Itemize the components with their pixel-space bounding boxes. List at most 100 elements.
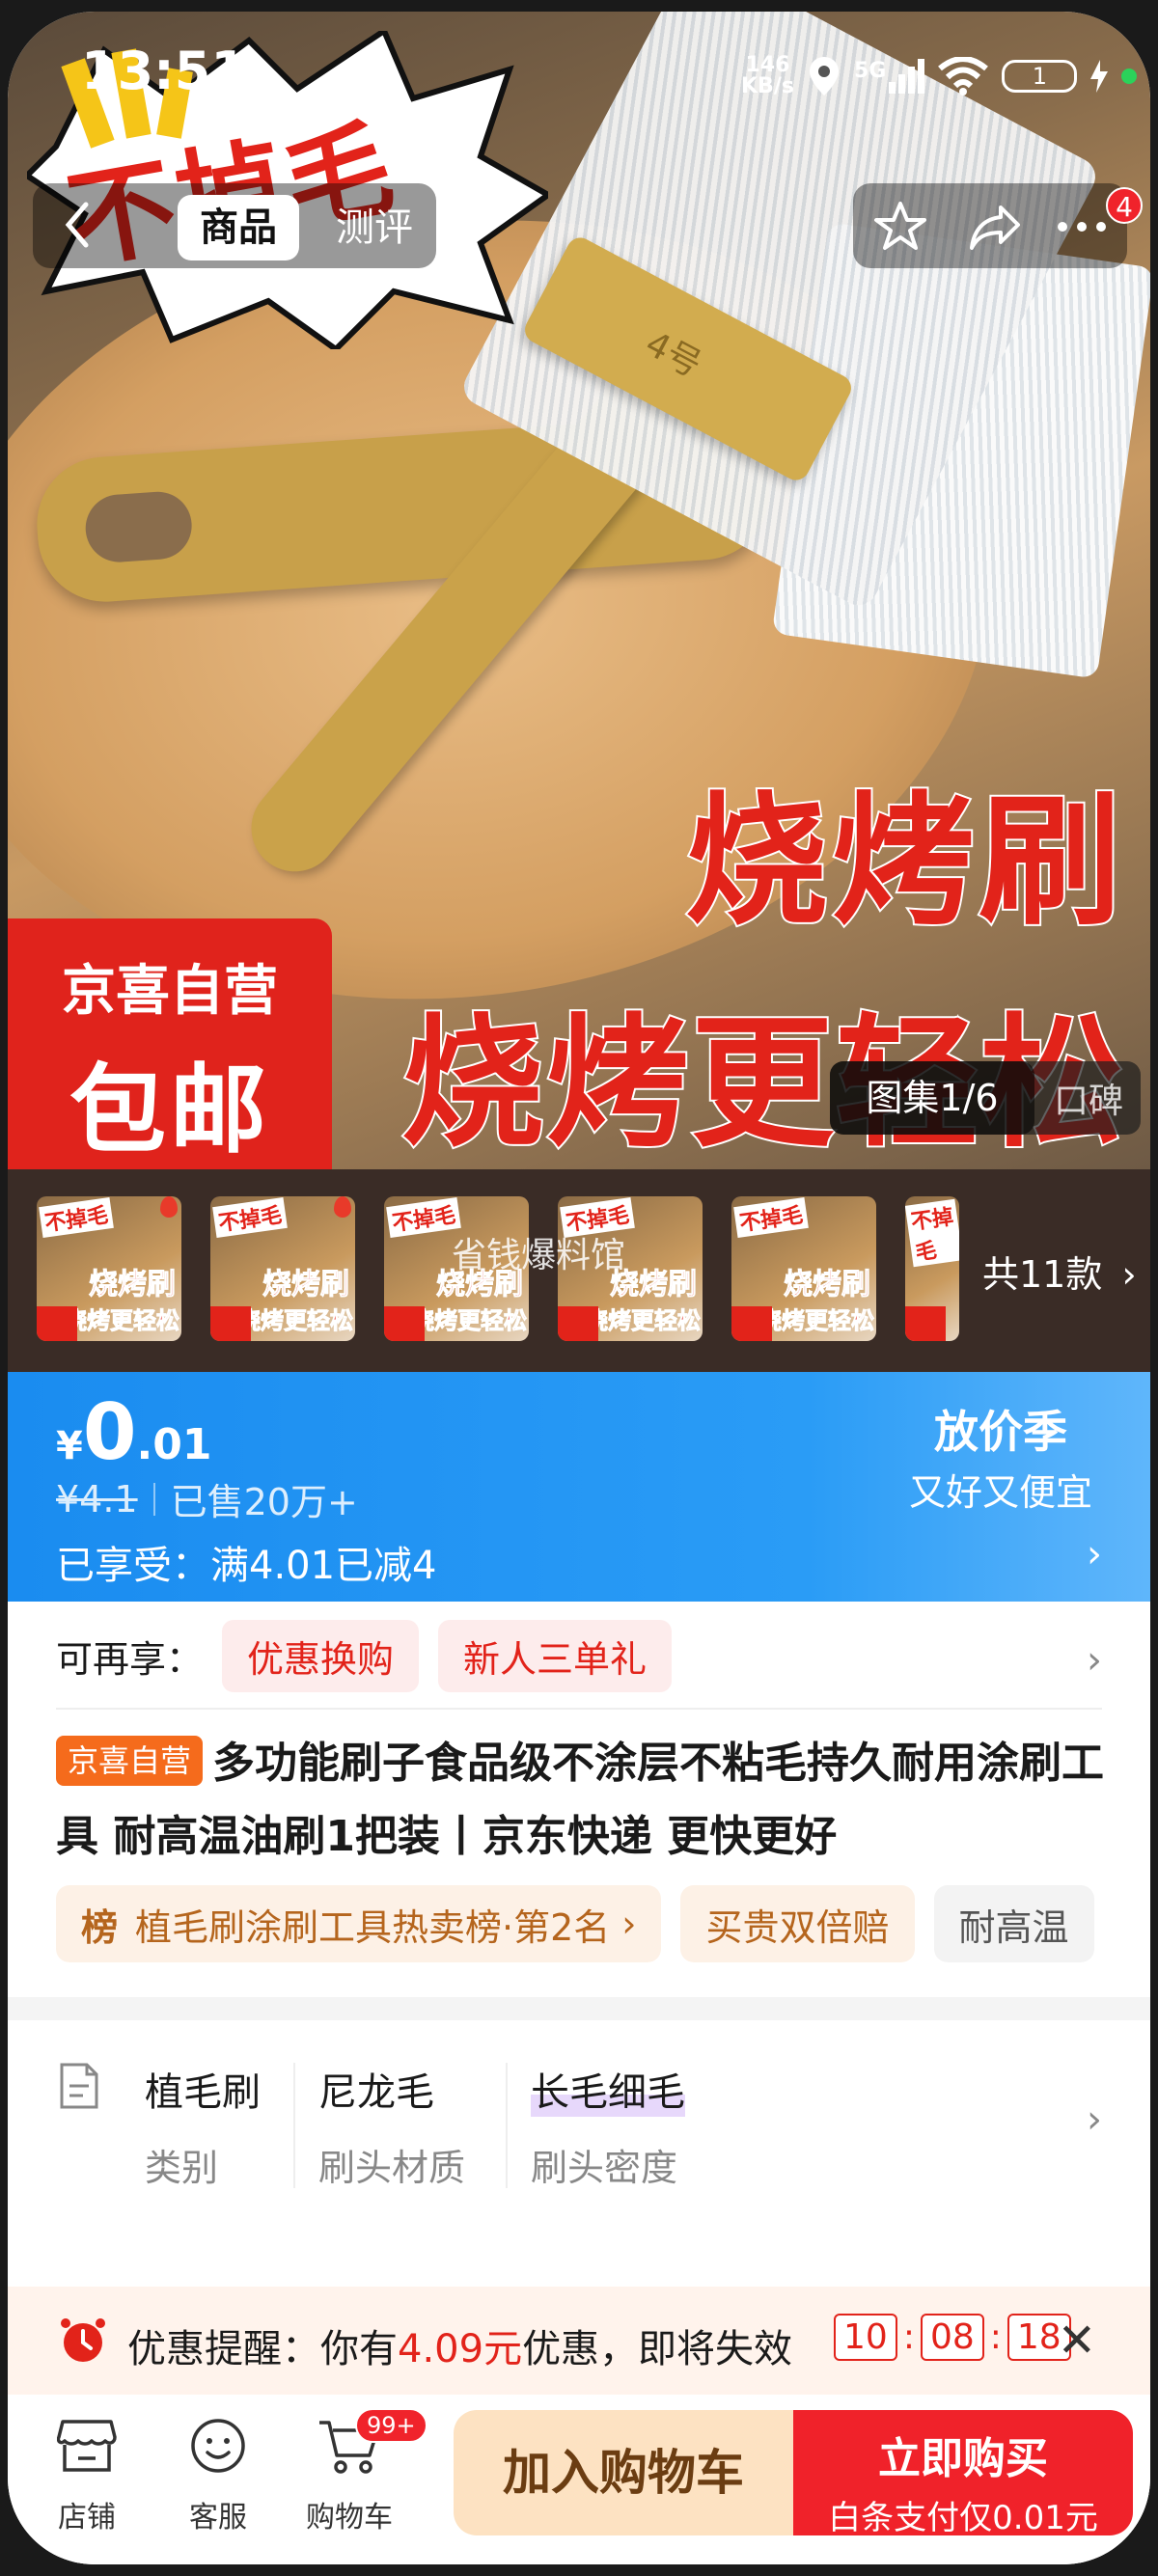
spec-value: 长毛细毛 (531, 2061, 685, 2117)
service-label: 客服 (189, 2501, 247, 2535)
sku-thumb-subtitle: 烧烤更轻松 (237, 1307, 354, 1335)
sku-thumb-tag: 不掉毛 (212, 1197, 288, 1238)
sku-thumb[interactable]: 不掉毛 烧烤刷 烧烤更轻松 (210, 1196, 355, 1341)
gallery-indicator[interactable]: 图集1/6 口碑 (830, 1061, 1141, 1135)
hot-icon (160, 1196, 178, 1218)
net-speed-unit: KB/s (741, 74, 794, 98)
chevron-right-icon[interactable]: › (1087, 2097, 1102, 2142)
chevron-right-icon: › (621, 1903, 637, 1945)
reminder-amount: 4.09元 (398, 2327, 523, 2371)
sku-thumb[interactable]: 不掉毛 (905, 1196, 959, 1341)
shop-button[interactable]: 店铺 (29, 2412, 145, 2535)
rank-chips: 榜 植毛刷涂刷工具热卖榜·第2名 › 买贵双倍赔 耐高温 (56, 1885, 1094, 1962)
share-icon (970, 206, 1020, 250)
chevron-right-icon[interactable]: › (1087, 1638, 1102, 1683)
star-icon (874, 202, 926, 250)
service-button[interactable]: 客服 (160, 2412, 276, 2535)
battery-icon: 1 (1002, 60, 1078, 93)
close-icon[interactable]: ✕ (1058, 2314, 1096, 2368)
guarantee-chip[interactable]: 买贵双倍赔 (680, 1885, 915, 1962)
sku-count-label: 共11款 (982, 1253, 1103, 1296)
reviews-tab[interactable]: 口碑 (1054, 1073, 1123, 1123)
tab-review[interactable]: 测评 (326, 195, 423, 260)
tab-product[interactable]: 商品 (178, 195, 299, 260)
rank-chip[interactable]: 榜 植毛刷涂刷工具热卖榜·第2名 › (56, 1885, 662, 1962)
promo-line-1: 京喜自营 (62, 960, 278, 1023)
brush-mark: 4号 (639, 323, 708, 386)
sku-thumb-badge (905, 1306, 946, 1341)
divider (293, 2063, 295, 2188)
promo-applied: 已享受：满4.01已减4 (56, 1544, 437, 1588)
customer-service-icon (191, 2419, 245, 2473)
network-type: 5G (853, 59, 887, 83)
section-separator (8, 1997, 1150, 2020)
spec-key: 类别 (145, 2147, 219, 2189)
sku-overlay-text: 省钱爆料馆 (452, 1236, 626, 1275)
favorite-button[interactable] (867, 195, 934, 259)
hot-icon (334, 1196, 351, 1218)
more-dots-icon (1058, 222, 1106, 232)
wifi-icon (938, 57, 989, 96)
chevron-right-icon[interactable]: › (1087, 1532, 1102, 1576)
buy-now-sub: 白条支付仅0.01元 (828, 2499, 1098, 2537)
sku-count-button[interactable]: 共11款 › (982, 1245, 1137, 1298)
signal-icon: 5G (853, 59, 925, 94)
sku-thumb-badge (210, 1306, 251, 1341)
offer-tag[interactable]: 优惠换购 (222, 1619, 420, 1692)
coupon-reminder[interactable]: 优惠提醒：你有4.09元优惠，即将失效 10 : 08 : 18 ✕ (8, 2287, 1150, 2395)
season-badge: 放价季 又好又便宜 (909, 1397, 1092, 1516)
shop-label: 店铺 (58, 2501, 116, 2535)
sku-thumb[interactable]: 不掉毛 烧烤刷 烧烤更轻松 (731, 1196, 876, 1341)
timer-colon: : (902, 2317, 915, 2357)
sku-thumb-title: 烧烤刷 (784, 1268, 871, 1302)
cart-label: 购物车 (306, 2501, 393, 2535)
sku-thumb-subtitle: 烧烤更轻松 (411, 1307, 528, 1335)
location-icon (809, 57, 839, 96)
timer-colon: : (989, 2317, 1002, 2357)
sku-thumb-tag: 不掉毛 (386, 1197, 461, 1238)
phone-screen: 4号 不掉毛 烧烤刷 烧烤更轻松 京喜自营 包邮 图集1/6 口碑 13:51 … (8, 12, 1150, 2564)
product-title: 京喜自营 多功能刷子食品级不涂层不粘毛持久耐用涂刷工具 耐高温油刷1把装丨京东快递… (56, 1727, 1108, 1874)
sku-thumb[interactable]: 不掉毛 烧烤刷 烧烤更轻松 (37, 1196, 181, 1341)
chevron-right-icon: › (1121, 1253, 1137, 1296)
reminder-text: 优惠提醒：你有4.09元优惠，即将失效 (127, 2317, 792, 2373)
document-icon (60, 2063, 98, 2109)
buy-now-label: 立即购买 (878, 2434, 1048, 2483)
buy-now-button[interactable]: 立即购买 白条支付仅0.01元 (793, 2410, 1133, 2537)
divider (506, 2063, 508, 2188)
back-button[interactable] (46, 195, 108, 257)
price-decimal: .01 (136, 1420, 212, 1469)
spec-value: 植毛刷 (145, 2070, 261, 2115)
reminder-suffix: 优惠，即将失效 (522, 2327, 793, 2371)
sku-strip: 不掉毛 烧烤刷 烧烤更轻松 不掉毛 烧烤刷 烧烤更轻松 不掉毛 烧烤刷 烧烤更轻松 不掉毛烧… (8, 1169, 1150, 1372)
spec-material: 尼龙毛 刷头材质 (318, 2061, 465, 2191)
sku-thumb-badge (558, 1306, 598, 1341)
spec-key: 刷头材质 (318, 2147, 466, 2189)
product-title-text: 多功能刷子食品级不涂层不粘毛持久耐用涂刷工具 耐高温油刷1把装丨京东快递 更快更… (56, 1739, 1105, 1861)
notification-badge: 4 (1106, 187, 1143, 224)
extra-offers[interactable]: 可再享： 优惠换购 新人三单礼 (56, 1615, 673, 1696)
spec-density: 长毛细毛 刷头密度 (531, 2061, 685, 2191)
feature-chip[interactable]: 耐高温 (933, 1885, 1094, 1962)
sku-thumb-subtitle: 烧烤更轻松 (758, 1307, 875, 1335)
share-button[interactable] (961, 195, 1029, 259)
add-to-cart-button[interactable]: 加入购物车 (454, 2410, 793, 2535)
price-banner[interactable]: ¥ 0 .01 ¥4.1 已售20万+ 已享受：满4.01已减4 › 放价季 又… (8, 1372, 1150, 1602)
gallery-count[interactable]: 图集1/6 (830, 1061, 1034, 1135)
net-speed: 146 KB/s (741, 55, 794, 97)
reminder-prefix: 优惠提醒：你有 (127, 2327, 398, 2371)
store-icon (57, 2420, 117, 2472)
charging-icon (1090, 60, 1109, 93)
season-title: 放价季 (933, 1406, 1067, 1458)
spec-key: 刷头密度 (531, 2147, 678, 2189)
sku-thumb-title: 烧烤刷 (89, 1268, 177, 1302)
price-yen: ¥ (56, 1424, 83, 1468)
spec-category: 植毛刷 类别 (145, 2061, 261, 2191)
offer-tag[interactable]: 新人三单礼 (438, 1619, 673, 1692)
sku-thumb-tag: 不掉毛 (905, 1198, 959, 1268)
back-arrow-icon (65, 202, 89, 248)
promo-line-2: 包邮 (69, 1054, 270, 1166)
spec-summary[interactable]: 植毛刷 类别 尼龙毛 刷头材质 长毛细毛 刷头密度 › (8, 2020, 1150, 2213)
sku-thumb-tag: 不掉毛 (39, 1197, 114, 1238)
privacy-dot (1121, 69, 1138, 84)
